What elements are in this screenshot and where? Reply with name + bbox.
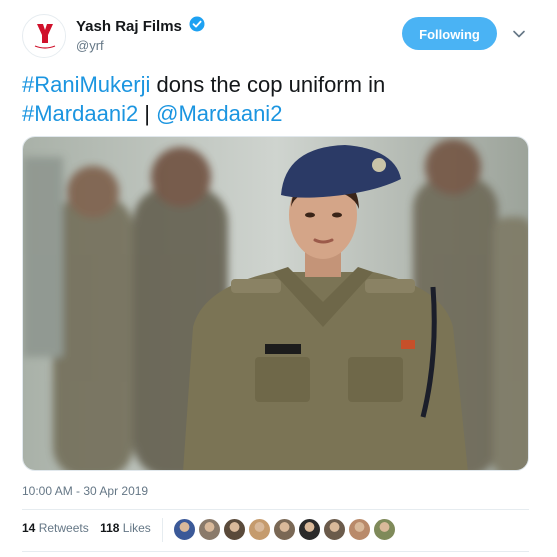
- liker-avatar[interactable]: [298, 518, 321, 541]
- tweet-photo[interactable]: [22, 136, 529, 471]
- tweet-text-separator: |: [138, 101, 157, 126]
- likes-count: 118: [100, 521, 120, 535]
- liker-avatar[interactable]: [323, 518, 346, 541]
- retweets-stat[interactable]: 14 Retweets: [22, 521, 89, 535]
- divider: [22, 551, 529, 552]
- liker-avatar[interactable]: [273, 518, 296, 541]
- liker-avatar[interactable]: [223, 518, 246, 541]
- liker-avatar[interactable]: [173, 518, 196, 541]
- liker-avatar[interactable]: [198, 518, 221, 541]
- mention-mardaani2[interactable]: @Mardaani2: [156, 101, 282, 126]
- tweet-timestamp[interactable]: 10:00 AM - 30 Apr 2019: [22, 484, 148, 498]
- yrf-logo-icon: [24, 16, 65, 57]
- divider: [22, 509, 529, 510]
- user-handle[interactable]: @yrf: [76, 38, 104, 53]
- stats-divider: [162, 518, 163, 542]
- likes-stat[interactable]: 118 Likes: [100, 521, 151, 535]
- chevron-down-icon[interactable]: [511, 26, 527, 42]
- display-name-row: Yash Raj Films: [76, 16, 205, 36]
- liker-avatar[interactable]: [373, 518, 396, 541]
- tweet-text-part: dons the cop uniform in: [150, 72, 386, 97]
- verified-badge-icon: [189, 16, 205, 37]
- likes-label: Likes: [122, 521, 151, 535]
- hashtag-mardaani2[interactable]: #Mardaani2: [22, 101, 138, 126]
- photo-image: [23, 137, 528, 470]
- hashtag-ranimukerji[interactable]: #RaniMukerji: [22, 72, 150, 97]
- retweets-label: Retweets: [38, 521, 89, 535]
- liker-avatar[interactable]: [248, 518, 271, 541]
- following-button[interactable]: Following: [402, 17, 497, 50]
- avatar[interactable]: [22, 14, 66, 58]
- display-name[interactable]: Yash Raj Films: [76, 18, 182, 35]
- tweet-text: #RaniMukerji dons the cop uniform in #Ma…: [22, 70, 542, 128]
- retweets-count: 14: [22, 521, 36, 535]
- tweet-stats: 14 Retweets 118 Likes: [22, 521, 159, 541]
- liker-avatar[interactable]: [348, 518, 371, 541]
- tweet-header: Yash Raj Films @yrf Following: [22, 14, 535, 58]
